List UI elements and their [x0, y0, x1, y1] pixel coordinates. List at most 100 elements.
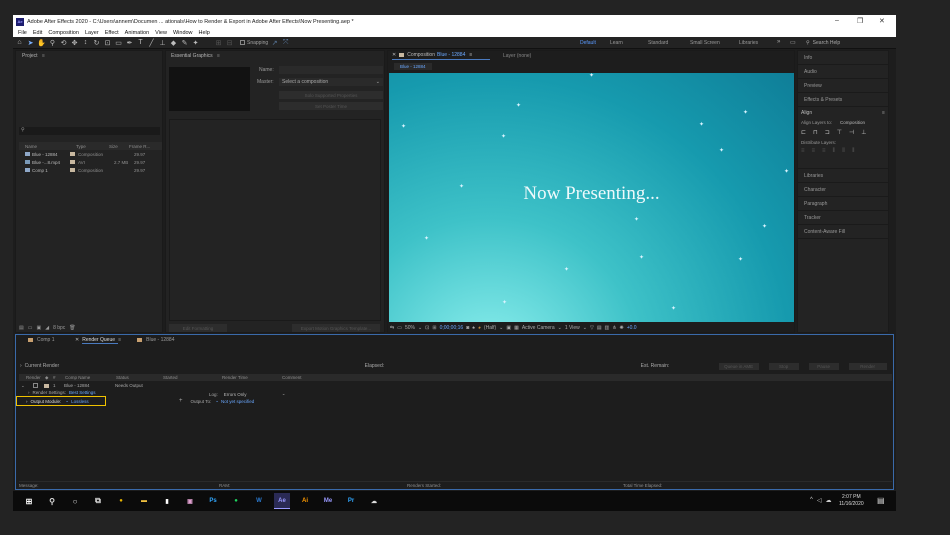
close-icon[interactable]: ✕: [392, 52, 396, 58]
fast-previews-icon[interactable]: ▤: [597, 325, 602, 331]
render-button[interactable]: Render: [848, 362, 887, 370]
eraser-tool-icon[interactable]: ◆: [169, 38, 178, 47]
tab-render-queue[interactable]: Render Queue: [82, 337, 119, 344]
panel-menu-icon[interactable]: ≡: [118, 337, 121, 343]
render-checkbox[interactable]: [33, 383, 38, 388]
clone-stamp-tool-icon[interactable]: ⊥: [158, 38, 167, 47]
view-layout-dropdown[interactable]: 1 View: [565, 325, 580, 331]
col-render[interactable]: Render: [19, 375, 41, 380]
notifications-icon[interactable]: ▤: [877, 496, 885, 505]
distribute-bottom-icon[interactable]: ≡: [822, 148, 826, 155]
layer-tab[interactable]: Layer (none): [503, 53, 531, 59]
col-comp-name[interactable]: Comp Name: [65, 375, 116, 380]
brush-tool-icon[interactable]: ╱: [147, 38, 156, 47]
zoom-dropdown[interactable]: 50%: [405, 325, 415, 331]
hand-tool-icon[interactable]: ✋: [37, 38, 46, 47]
master-dropdown[interactable]: Select a composition ⌄: [279, 78, 383, 86]
sync-settings-icon[interactable]: ▭: [790, 39, 796, 46]
content-aware-fill-panel-tab[interactable]: Content-Aware Fill: [798, 225, 888, 239]
log-dropdown[interactable]: Errors Only: [224, 392, 282, 397]
workspace-libraries[interactable]: Libraries: [739, 40, 769, 46]
align-panel-title[interactable]: Align: [801, 110, 812, 116]
chevron-down-icon[interactable]: ⌄: [19, 383, 27, 389]
chevron-right-icon[interactable]: ›: [20, 363, 22, 369]
composition-canvas[interactable]: ✦ ✦ ✦ ✦ ✦ ✦ ✦ ✦ ✦ ✦ ✦ ✦ ✦ ✦ ✦ ✦ ✦ Now Pr…: [389, 73, 794, 322]
fit-icon[interactable]: ⊡: [425, 325, 429, 331]
tracker-panel-tab[interactable]: Tracker: [798, 211, 888, 225]
close-icon[interactable]: ✕: [879, 17, 885, 25]
snapping-checkbox[interactable]: [240, 40, 245, 45]
notepad-icon[interactable]: ▮: [159, 493, 175, 509]
menu-view[interactable]: View: [155, 30, 167, 36]
align-left-icon[interactable]: ⊏: [801, 129, 806, 136]
transparency-grid-icon[interactable]: ▦: [514, 325, 519, 331]
type-tool-icon[interactable]: T: [136, 38, 145, 47]
cloud-app-icon[interactable]: ☁: [366, 493, 382, 509]
edit-formatting-button[interactable]: Edit Formatting: [169, 324, 227, 332]
tab-blue-12884[interactable]: Blue - 12884: [146, 337, 174, 343]
illustrator-icon[interactable]: Ai: [297, 493, 313, 509]
distribute-left-icon[interactable]: ⦀: [833, 148, 836, 155]
queue-in-ame-button[interactable]: Queue in AME: [718, 362, 759, 370]
col-started[interactable]: Started: [163, 375, 222, 380]
workspace-learn[interactable]: Learn: [610, 40, 648, 46]
menu-layer[interactable]: Layer: [85, 30, 99, 36]
new-composition-icon[interactable]: ▣: [36, 325, 41, 331]
puppet-tool-icon[interactable]: ✦: [191, 38, 200, 47]
flowchart-icon[interactable]: ⋔: [612, 325, 616, 331]
selection-tool-icon[interactable]: ➤: [26, 38, 35, 47]
solo-properties-button[interactable]: Solo Supported Properties: [279, 91, 383, 99]
network-icon[interactable]: ☁: [825, 497, 831, 504]
timeline-icon[interactable]: ▥: [605, 325, 610, 331]
snapshot-icon[interactable]: ◙: [466, 325, 469, 331]
set-poster-time-button[interactable]: Set Poster Time: [279, 102, 383, 110]
project-item[interactable]: Blue - 12884 Composition 29.97: [19, 150, 162, 158]
new-folder-icon[interactable]: ▭: [28, 325, 33, 331]
pan-tool-icon[interactable]: ✥: [70, 38, 79, 47]
cortana-icon[interactable]: ○: [67, 493, 83, 509]
workspace-default[interactable]: Default: [580, 40, 610, 46]
tray-expand-icon[interactable]: ^: [810, 497, 813, 504]
col-type[interactable]: Type: [64, 144, 109, 149]
chevron-down-icon[interactable]: ⌄: [65, 398, 69, 404]
panel-menu-icon[interactable]: ≡: [469, 52, 472, 58]
workspace-standard[interactable]: Standard: [648, 40, 690, 46]
col-size[interactable]: Size: [109, 144, 129, 149]
col-number[interactable]: #: [53, 375, 65, 380]
audio-panel-tab[interactable]: Audio: [798, 65, 888, 79]
distribute-h-icon[interactable]: ⦀: [842, 148, 845, 155]
col-name[interactable]: Name: [19, 144, 64, 149]
align-bottom-icon[interactable]: ⊥: [861, 129, 866, 136]
project-settings-icon[interactable]: ◢: [45, 325, 49, 331]
character-panel-tab[interactable]: Character: [798, 183, 888, 197]
menu-effect[interactable]: Effect: [105, 30, 119, 36]
orbit-tool-icon[interactable]: ⟲: [59, 38, 68, 47]
workspace-overflow-icon[interactable]: »: [777, 39, 780, 45]
pause-button[interactable]: Pause: [808, 362, 839, 370]
project-search-input[interactable]: ⚲: [19, 127, 160, 135]
distribute-center-icon[interactable]: ≡: [812, 148, 816, 155]
chevron-down-icon[interactable]: ⌄: [215, 398, 219, 404]
col-status[interactable]: Status: [116, 375, 163, 380]
align-top-icon[interactable]: ⊤: [837, 129, 842, 136]
stop-button[interactable]: Stop: [768, 362, 799, 370]
composition-tab[interactable]: ✕ Composition Blue - 12884 ≡: [392, 52, 472, 58]
monitor-icon[interactable]: ▭: [397, 325, 402, 331]
windows-start-icon[interactable]: ⊞: [21, 493, 37, 509]
chevron-right-icon[interactable]: ›: [28, 390, 30, 395]
region-of-interest-icon[interactable]: ▣: [506, 325, 511, 331]
name-field[interactable]: [279, 66, 383, 74]
always-preview-icon[interactable]: ⇆: [390, 325, 394, 331]
task-view-icon[interactable]: ⧉: [90, 493, 106, 509]
file-explorer-icon[interactable]: ▬: [136, 493, 152, 509]
trash-icon[interactable]: 🗑: [69, 325, 75, 331]
bpc-label[interactable]: 8 bpc: [53, 325, 65, 331]
render-queue-row[interactable]: ⌄ 1 Blue - 12884 Needs Output: [19, 382, 892, 389]
restore-icon[interactable]: ❐: [857, 17, 863, 25]
word-icon[interactable]: W: [251, 493, 267, 509]
align-center-h-icon[interactable]: ⊓: [813, 129, 818, 136]
align-center-v-icon[interactable]: ⊣: [849, 129, 854, 136]
search-help-field[interactable]: ⚲ Search Help: [806, 39, 894, 47]
render-settings-value[interactable]: Best Settings: [69, 390, 96, 395]
add-output-icon[interactable]: +: [179, 398, 183, 404]
